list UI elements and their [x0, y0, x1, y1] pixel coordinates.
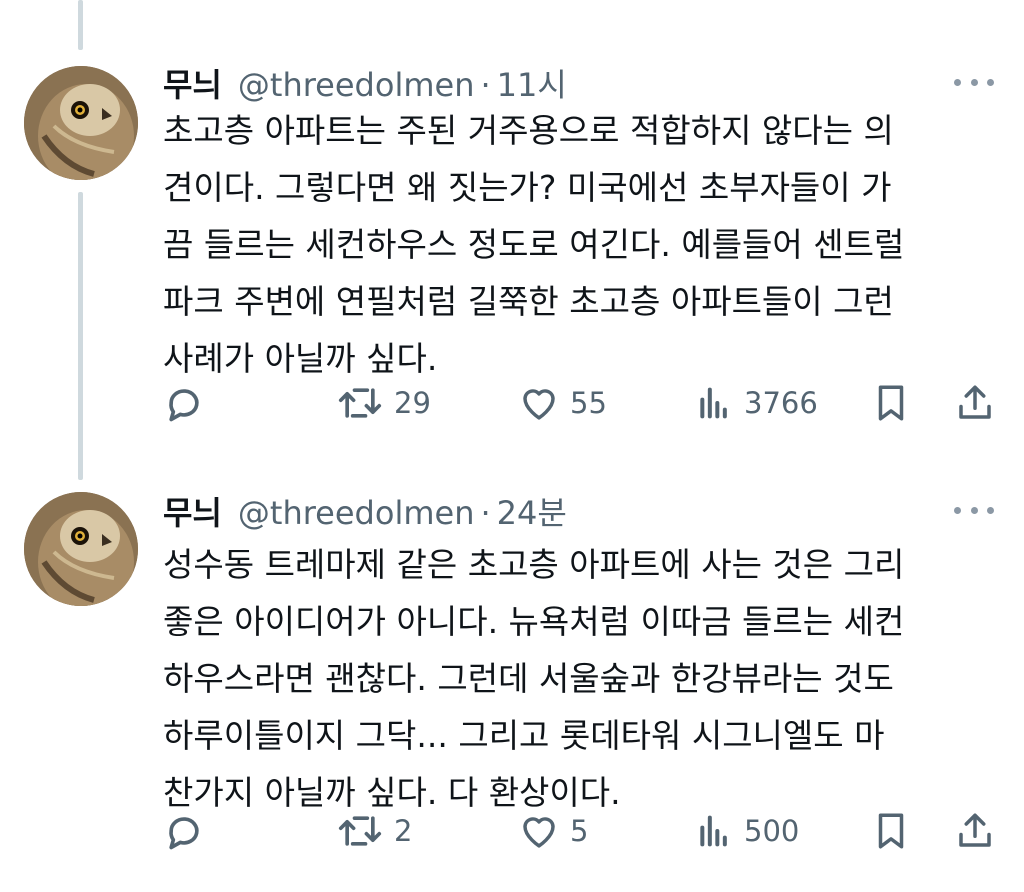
action-bar: 2 5 500: [160, 806, 1000, 856]
bookmark-icon: [878, 813, 904, 849]
owl-avatar-image: [24, 492, 138, 606]
reply-icon: [169, 389, 199, 422]
user-handle[interactable]: @threedolmen: [238, 494, 475, 532]
tweet-header: 무늬 @threedolmen · 24분: [163, 488, 567, 532]
avatar[interactable]: [24, 66, 138, 180]
separator: ·: [480, 66, 491, 104]
tweet-text-line: 견이다. 그렇다면 왜 짓는가? 미국에선 초부자들이 가: [163, 168, 892, 207]
avatar[interactable]: [24, 492, 138, 606]
timestamp[interactable]: 11시: [497, 60, 567, 106]
retweet-count: 2: [394, 814, 413, 848]
timestamp[interactable]: 24분: [497, 488, 567, 534]
separator: ·: [480, 494, 491, 532]
views-button[interactable]: 500: [694, 806, 799, 856]
share-button[interactable]: [954, 378, 996, 428]
view-count: 3766: [744, 386, 818, 420]
tweet-text: 초고층 아파트는 주된 거주용으로 적합하지 않다는 의 견이다. 그렇다면 왜…: [163, 102, 993, 387]
bookmark-button[interactable]: [870, 806, 912, 856]
user-handle[interactable]: @threedolmen: [238, 66, 475, 104]
view-count: 500: [744, 814, 800, 848]
tweet-text-line: 성수동 트레마제 같은 초고층 아파트에 사는 것은 그리: [163, 545, 905, 584]
like-button[interactable]: 55: [518, 378, 607, 428]
retweet-count: 29: [394, 386, 431, 420]
views-button[interactable]: 3766: [694, 378, 818, 428]
tweet-header: 무늬 @threedolmen · 11시: [163, 60, 567, 104]
views-icon: [700, 815, 727, 847]
retweet-button[interactable]: 29: [336, 378, 431, 428]
tweet-text-line: 좋은 아이디어가 아니다. 뉴욕처럼 이따금 들르는 세컨: [163, 602, 905, 641]
views-icon: [700, 387, 727, 419]
bookmark-button[interactable]: [870, 378, 912, 428]
tweet-text-line: 초고층 아파트는 주된 거주용으로 적합하지 않다는 의: [163, 111, 894, 150]
display-name[interactable]: 무늬: [163, 60, 222, 106]
action-bar: 29 55 3766: [160, 378, 1000, 428]
bookmark-icon: [878, 385, 904, 421]
retweet-icon: [338, 388, 382, 418]
tweet[interactable]: 무늬 @threedolmen · 11시 초고층 아파트는 주된 거주용으로 …: [0, 0, 1024, 470]
retweet-button[interactable]: 2: [336, 806, 412, 856]
like-count: 5: [570, 814, 589, 848]
display-name[interactable]: 무늬: [163, 488, 222, 534]
tweet-text-line: 파크 주변에 연필처럼 길쭉한 초고층 아파트들이 그런: [163, 282, 894, 321]
more-icon[interactable]: [954, 500, 994, 520]
owl-avatar-image: [24, 66, 138, 180]
tweet-text: 성수동 트레마제 같은 초고층 아파트에 사는 것은 그리 좋은 아이디어가 아…: [163, 536, 993, 821]
share-button[interactable]: [954, 806, 996, 856]
reply-button[interactable]: [162, 806, 206, 856]
reply-button[interactable]: [162, 378, 206, 428]
tweet-text-line: 하루이틀이지 그닥... 그리고 롯데타워 시그니엘도 마: [163, 716, 885, 755]
reply-icon: [169, 817, 199, 850]
share-icon: [959, 385, 991, 419]
like-button[interactable]: 5: [518, 806, 588, 856]
heart-icon: [523, 389, 555, 420]
like-count: 55: [570, 386, 607, 420]
tweet[interactable]: 무늬 @threedolmen · 24분 성수동 트레마제 같은 초고층 아파…: [0, 470, 1024, 892]
tweet-text-line: 하우스라면 괜찮다. 그런데 서울숲과 한강뷰라는 것도: [163, 659, 894, 698]
tweet-text-line: 끔 들르는 세컨하우스 정도로 여긴다. 예를들어 센트럴: [163, 225, 905, 264]
retweet-icon: [338, 816, 382, 846]
more-icon[interactable]: [954, 72, 994, 92]
share-icon: [959, 813, 991, 847]
heart-icon: [523, 817, 555, 848]
